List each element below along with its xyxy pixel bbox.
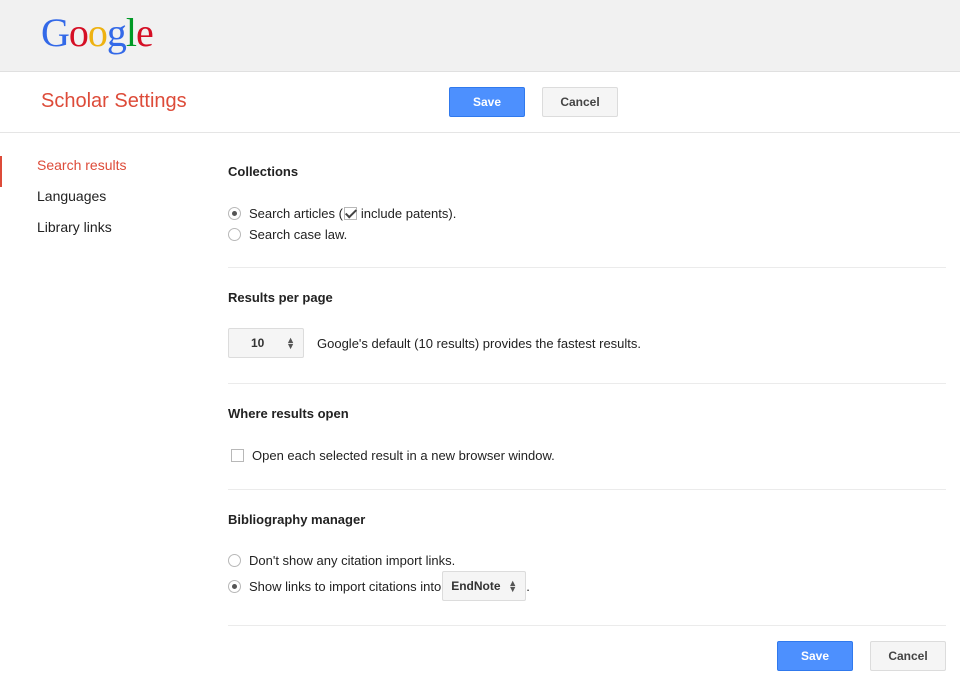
results-per-page-row: 10 ▲ ▼ Google's default (10 results) prov… bbox=[228, 328, 641, 358]
include-patents-checkbox[interactable] bbox=[343, 207, 357, 220]
google-logo[interactable]: Google bbox=[41, 8, 154, 58]
search-case-law-radio[interactable] bbox=[228, 228, 241, 241]
logo-letter: g bbox=[106, 10, 127, 55]
bibliography-section: Bibliography manager Don't show any cita… bbox=[228, 490, 946, 626]
save-button[interactable]: Save bbox=[449, 87, 525, 117]
sidebar-item-library-links[interactable]: Library links bbox=[0, 212, 200, 243]
import-citations-option[interactable]: Show links to import citations into EndN… bbox=[228, 571, 530, 601]
import-citations-suffix: . bbox=[526, 578, 530, 594]
collections-section: Collections Search articles ( include pa… bbox=[228, 150, 946, 268]
search-articles-label: Search articles ( bbox=[249, 206, 343, 221]
settings-sidebar: Search results Languages Library links bbox=[0, 150, 200, 243]
where-results-open-section: Where results open Open each selected re… bbox=[228, 384, 946, 490]
new-window-label: Open each selected result in a new brows… bbox=[252, 448, 555, 463]
logo-letter: G bbox=[41, 10, 70, 55]
results-per-page-note: Google's default (10 results) provides t… bbox=[317, 335, 642, 351]
citation-manager-select[interactable]: EndNote ▲ ▼ bbox=[442, 571, 527, 601]
logo-letter: l bbox=[125, 10, 137, 55]
section-title: Collections bbox=[228, 164, 299, 179]
no-citation-links-radio[interactable] bbox=[228, 554, 241, 567]
logo-letter: e bbox=[136, 10, 154, 55]
select-arrows-icon: ▲ ▼ bbox=[508, 578, 518, 594]
search-case-law-label: Search case law. bbox=[249, 227, 348, 242]
footer-save-button[interactable]: Save bbox=[777, 641, 853, 671]
section-title: Results per page bbox=[228, 290, 333, 305]
top-bar: Google bbox=[0, 0, 960, 72]
settings-header: Scholar Settings Save Cancel bbox=[0, 72, 960, 133]
results-per-page-select[interactable]: 10 ▲ ▼ bbox=[228, 328, 304, 358]
settings-main: Collections Search articles ( include pa… bbox=[228, 150, 946, 626]
results-per-page-value: 10 bbox=[251, 336, 265, 350]
import-citations-radio[interactable] bbox=[228, 579, 241, 593]
search-articles-radio[interactable] bbox=[228, 207, 241, 220]
select-arrows-icon: ▲ ▼ bbox=[286, 335, 295, 351]
new-window-checkbox[interactable] bbox=[231, 449, 244, 462]
logo-letter: o bbox=[87, 10, 108, 55]
section-title: Bibliography manager bbox=[228, 512, 366, 527]
include-patents-label: include patents). bbox=[360, 206, 457, 221]
citation-manager-value: EndNote bbox=[451, 579, 501, 593]
results-per-page-section: Results per page 10 ▲ ▼ Google's default … bbox=[228, 268, 946, 384]
page-title: Scholar Settings bbox=[41, 90, 187, 112]
search-case-law-option[interactable]: Search case law. bbox=[228, 227, 347, 242]
cancel-button[interactable]: Cancel bbox=[542, 87, 618, 117]
logo-letter: o bbox=[68, 10, 89, 55]
new-window-option[interactable]: Open each selected result in a new brows… bbox=[228, 448, 555, 463]
import-citations-label: Show links to import citations into bbox=[249, 578, 442, 594]
sidebar-item-label: Library links bbox=[37, 219, 112, 235]
no-citation-links-label: Don't show any citation import links. bbox=[249, 553, 456, 568]
no-citation-links-option[interactable]: Don't show any citation import links. bbox=[228, 553, 455, 568]
footer-cancel-button[interactable]: Cancel bbox=[870, 641, 946, 671]
section-title: Where results open bbox=[228, 406, 349, 421]
search-articles-option[interactable]: Search articles ( include patents). bbox=[228, 206, 456, 221]
